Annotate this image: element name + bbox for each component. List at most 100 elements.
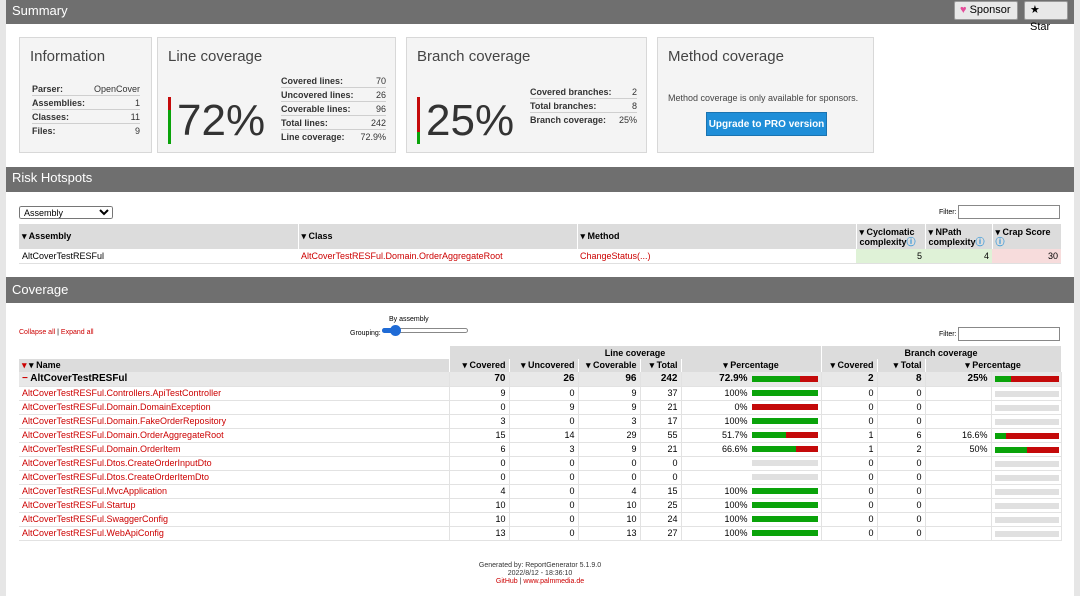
- risk-col-assembly[interactable]: ▾ Assembly: [19, 224, 299, 249]
- risk-grouping-select[interactable]: Assembly: [19, 206, 113, 219]
- risk-filter-input[interactable]: [957, 205, 1060, 219]
- risk-col-crap[interactable]: ▾ Crap Score ⓘ: [992, 224, 1062, 249]
- risk-col-class[interactable]: ▾ Class: [298, 224, 578, 249]
- coverage-bar-covered: [751, 488, 818, 494]
- coverage-header: Coverage: [6, 277, 1074, 303]
- class-link[interactable]: AltCoverTestRESFul.SwaggerConfig: [22, 514, 168, 524]
- col-percentage[interactable]: ▾ Percentage: [681, 359, 822, 372]
- info-icon[interactable]: ⓘ: [996, 237, 1005, 247]
- coverable-cell: 9: [578, 400, 641, 415]
- line-row: Coverable lines: 96: [281, 104, 386, 116]
- class-link[interactable]: AltCoverTestRESFul.Domain.FakeOrderRepos…: [22, 416, 226, 426]
- info-icon[interactable]: ⓘ: [976, 237, 985, 247]
- method-coverage-card: Method coverage Method coverage is only …: [657, 37, 874, 153]
- coverage-bar: [994, 375, 1059, 382]
- coverage-bar-uncovered: [751, 404, 818, 410]
- coverage-table: Line coverage Branch coverage ▾ ▾ Name ▾…: [19, 346, 1062, 541]
- col-branch-covered[interactable]: ▾ Covered: [821, 359, 878, 372]
- branch-covered-cell: 0: [821, 414, 878, 429]
- percentage-wrap: 100%: [685, 514, 818, 524]
- grouping-slider[interactable]: [382, 324, 468, 336]
- percentage-wrap: 100%: [685, 388, 818, 398]
- class-row: AltCoverTestRESFul.Domain.OrderItem 6 3 9 21…: [19, 442, 1062, 457]
- col-name-label: ▾ Name: [29, 360, 61, 370]
- branch-percentage-text: [925, 456, 992, 471]
- info-icon[interactable]: ⓘ: [907, 237, 916, 247]
- heart-icon: ♥: [960, 4, 967, 16]
- percentage-text: 66.6%: [722, 444, 748, 454]
- class-link[interactable]: AltCoverTestRESFul.Domain.OrderAggregate…: [22, 430, 224, 440]
- footer-date: 2022/8/12 - 18:36:10: [507, 570, 573, 577]
- class-link[interactable]: AltCoverTestRESFul.Domain.OrderItem: [22, 444, 181, 454]
- risk-method-link[interactable]: ChangeStatus(...): [580, 251, 651, 261]
- col-coverable[interactable]: ▾ Coverable: [578, 359, 641, 372]
- branch-coverage-bar-fill: [417, 132, 420, 144]
- class-link[interactable]: AltCoverTestRESFul.Dtos.CreateOrderItemD…: [22, 472, 209, 482]
- branch-percentage-bar-cell: [991, 386, 1062, 401]
- risk-class-link[interactable]: AltCoverTestRESFul.Domain.OrderAggregate…: [301, 251, 503, 261]
- line-coverage-percent: 72%: [177, 96, 266, 145]
- information-title: Information: [30, 48, 106, 65]
- branch-covered-cell: 0: [821, 470, 878, 485]
- coverable-cell: 13: [578, 526, 641, 541]
- upgrade-pro-button[interactable]: Upgrade to PRO version: [706, 112, 827, 136]
- info-row: Assemblies: 1: [32, 98, 140, 110]
- col-uncovered[interactable]: ▾ Uncovered: [509, 359, 579, 372]
- line-row: Total lines: 242: [281, 118, 386, 130]
- coverage-bar-covered: [751, 530, 818, 536]
- expand-all-link[interactable]: Expand all: [61, 329, 94, 336]
- sponsor-label: Sponsor: [969, 4, 1011, 16]
- branch-covered-cell: 0: [821, 498, 878, 513]
- line-coverage-group: Line coverage: [449, 346, 822, 359]
- coverable-cell: 9: [578, 442, 641, 457]
- percentage-cell: 100%: [681, 484, 822, 499]
- branch-total-cell: 0: [877, 400, 926, 415]
- col-covered[interactable]: ▾ Covered: [449, 359, 510, 372]
- grouping-slider-thumb[interactable]: [390, 325, 401, 336]
- branch-percentage-bar-cell: [991, 470, 1062, 485]
- col-name[interactable]: ▾ ▾ Name: [19, 359, 450, 372]
- branch-percentage-text: [925, 498, 992, 513]
- class-link[interactable]: AltCoverTestRESFul.Controllers.ApiTestCo…: [22, 388, 221, 398]
- covered-cell: 15: [449, 428, 510, 443]
- class-link[interactable]: AltCoverTestRESFul.Dtos.CreateOrderInput…: [22, 458, 212, 468]
- risk-filter-label: Filter:: [939, 208, 957, 216]
- total-cell: 17: [640, 414, 682, 429]
- collapse-all-link[interactable]: Collapse all: [19, 329, 55, 336]
- palmmedia-link[interactable]: www.palmmedia.de: [523, 578, 584, 585]
- percentage-cell: 100%: [681, 414, 822, 429]
- coverage-bar-covered: [751, 418, 818, 424]
- coverage-bar: [751, 460, 818, 466]
- sponsor-button[interactable]: ♥ Sponsor: [954, 1, 1018, 20]
- col-branch-total[interactable]: ▾ Total: [877, 359, 926, 372]
- coverage-filter-input[interactable]: [957, 327, 1060, 341]
- covered-cell: 6: [449, 442, 510, 457]
- coverable-cell: 0: [578, 470, 641, 485]
- github-link[interactable]: GitHub: [496, 578, 518, 585]
- coverage-bar: [751, 432, 818, 438]
- collapse-icon[interactable]: −: [22, 373, 28, 384]
- risk-hotspots-title: Risk Hotspots: [12, 170, 93, 185]
- class-row: AltCoverTestRESFul.Domain.DomainExceptio…: [19, 400, 1062, 415]
- class-link[interactable]: AltCoverTestRESFul.MvcApplication: [22, 486, 167, 496]
- col-branch-percentage[interactable]: ▾ Percentage: [925, 359, 1062, 372]
- class-link[interactable]: AltCoverTestRESFul.WebApiConfig: [22, 528, 164, 538]
- class-link[interactable]: AltCoverTestRESFul.Domain.DomainExceptio…: [22, 402, 211, 412]
- risk-col-npath[interactable]: ▾ NPath complexityⓘ: [925, 224, 993, 249]
- info-row: Files: 9: [32, 126, 140, 136]
- coverage-bar: [751, 474, 818, 480]
- grouping-value: By assembly: [389, 316, 429, 323]
- risk-col-cyclomatic[interactable]: ▾ Cyclomatic complexityⓘ: [856, 224, 926, 249]
- class-row: AltCoverTestRESFul.Domain.OrderAggregate…: [19, 428, 1062, 443]
- risk-col-method[interactable]: ▾ Method: [577, 224, 857, 249]
- branch-total-cell: 0: [877, 526, 926, 541]
- branch-total-cell: 0: [877, 484, 926, 499]
- coverage-bar: [751, 418, 818, 424]
- assembly-name-cell[interactable]: − AltCoverTestRESFul: [19, 372, 450, 387]
- information-list: Parser: OpenCover Assemblies: 1 Classes: 11…: [32, 82, 140, 138]
- star-button[interactable]: ★ Star: [1024, 1, 1068, 33]
- total-cell: 0: [640, 456, 682, 471]
- class-link[interactable]: AltCoverTestRESFul.Startup: [22, 500, 136, 510]
- coverage-bar: [994, 460, 1059, 467]
- col-total[interactable]: ▾ Total: [640, 359, 682, 372]
